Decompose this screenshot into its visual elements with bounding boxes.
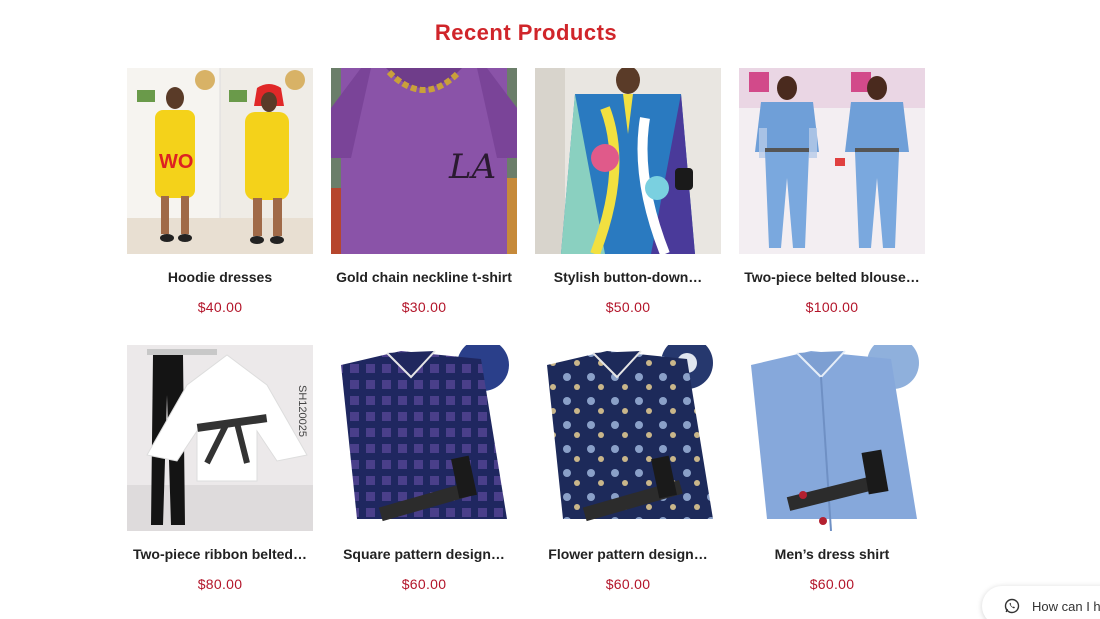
- printed-kaftan-photo: [535, 68, 721, 254]
- product-image[interactable]: WO: [127, 68, 313, 254]
- product-name[interactable]: Two-piece belted blouse…: [739, 268, 925, 286]
- product-price: $60.00: [809, 576, 855, 592]
- light-blue-shirt-photo: [739, 345, 925, 531]
- chat-widget-button[interactable]: How can I h: [982, 586, 1100, 619]
- svg-text:LA: LA: [448, 147, 496, 187]
- product-price: $100.00: [805, 299, 859, 315]
- section-title: Recent Products: [434, 20, 618, 45]
- hoodie-dress-photo: WO: [127, 68, 313, 254]
- product-card[interactable]: Flower pattern design… $60.00: [535, 345, 721, 595]
- product-price: $40.00: [197, 299, 243, 315]
- product-card[interactable]: Square pattern design… $60.00: [331, 345, 517, 595]
- svg-text:WO: WO: [159, 151, 193, 173]
- product-price: $60.00: [605, 576, 651, 592]
- blue-two-piece-photo: [739, 68, 925, 254]
- product-image[interactable]: LA: [331, 68, 517, 254]
- product-price: $60.00: [401, 576, 447, 592]
- product-price: $30.00: [401, 299, 447, 315]
- product-image[interactable]: SH120025: [127, 345, 313, 531]
- product-name[interactable]: Stylish button-down…: [535, 268, 721, 286]
- white-blouse-black-pants-photo: SH120025: [127, 345, 313, 531]
- product-name[interactable]: Flower pattern design…: [535, 545, 721, 563]
- product-image[interactable]: [739, 68, 925, 254]
- purple-tshirt-photo: LA: [331, 68, 517, 254]
- navy-square-shirt-photo: [331, 345, 517, 531]
- product-name[interactable]: Gold chain neckline t-shirt: [331, 268, 517, 286]
- product-price: $50.00: [605, 299, 651, 315]
- navy-flower-shirt-photo: [535, 345, 721, 531]
- product-name[interactable]: Square pattern design…: [331, 545, 517, 563]
- product-name[interactable]: Hoodie dresses: [127, 268, 313, 286]
- product-card[interactable]: WO Hoodie dresses $40.00: [127, 68, 313, 318]
- whatsapp-icon: [1004, 598, 1020, 614]
- svg-text:SH120025: SH120025: [296, 385, 308, 437]
- recent-products-page: Recent Products WO Hoodie dresses $40.00…: [0, 0, 1100, 619]
- product-image[interactable]: [535, 345, 721, 531]
- product-name[interactable]: Men’s dress shirt: [739, 545, 925, 563]
- product-card[interactable]: LA Gold chain neckline t-shirt $30.00: [331, 68, 517, 318]
- product-card[interactable]: Stylish button-down… $50.00: [535, 68, 721, 318]
- chat-widget-label: How can I h: [1032, 598, 1100, 614]
- product-image[interactable]: [331, 345, 517, 531]
- product-image[interactable]: [535, 68, 721, 254]
- product-price: $80.00: [197, 576, 243, 592]
- product-name[interactable]: Two-piece ribbon belted…: [127, 545, 313, 563]
- product-card[interactable]: Men’s dress shirt $60.00: [739, 345, 925, 595]
- product-card[interactable]: SH120025 Two-piece ribbon belted… $80.00: [127, 345, 313, 595]
- product-card[interactable]: Two-piece belted blouse… $100.00: [739, 68, 925, 318]
- product-image[interactable]: [739, 345, 925, 531]
